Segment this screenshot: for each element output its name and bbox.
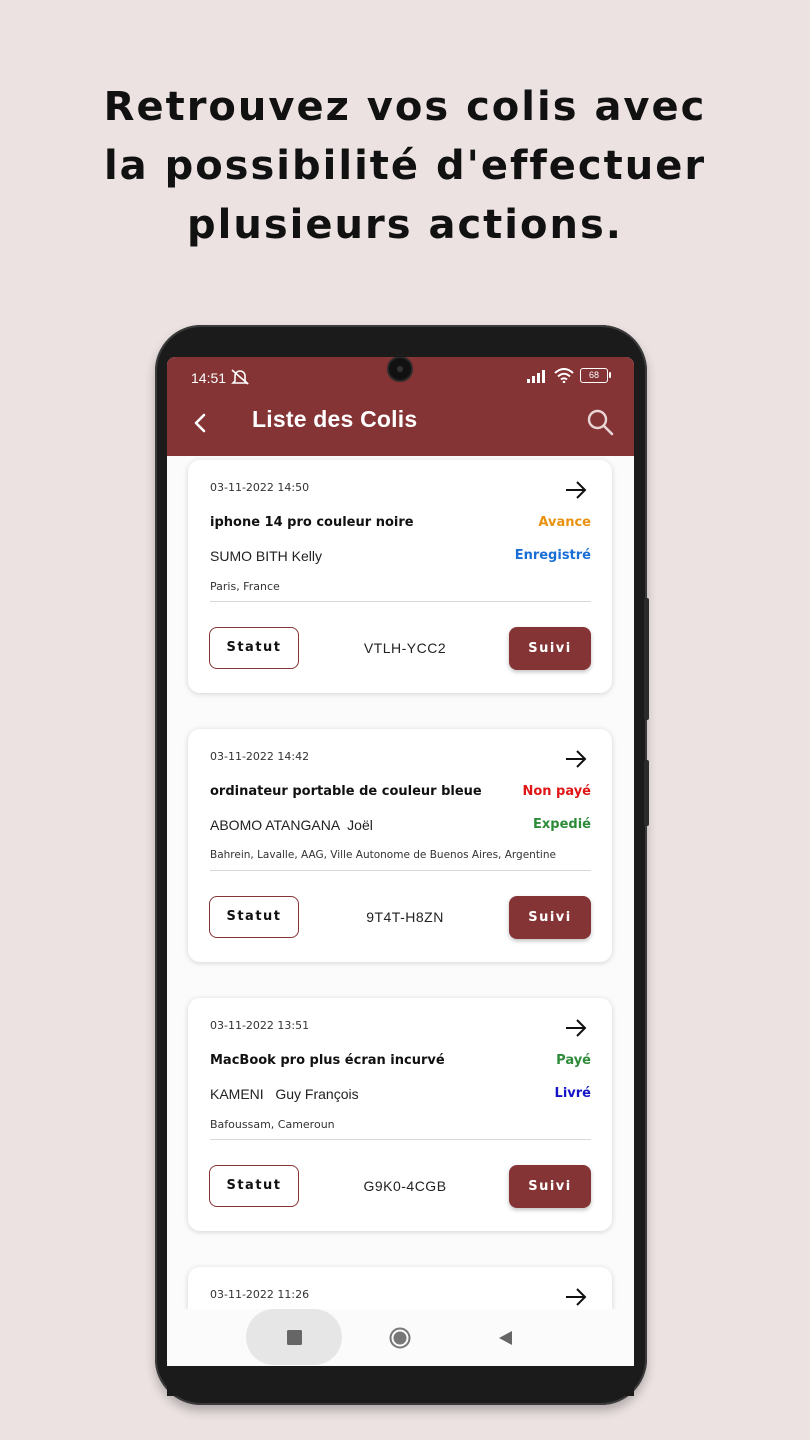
phone-bezel-bottom [167, 1366, 634, 1396]
suivi-button[interactable]: Suivi [509, 896, 591, 939]
home-icon[interactable] [389, 1327, 411, 1349]
system-nav-bar [167, 1309, 634, 1367]
parcel-address: Paris, France [210, 580, 280, 593]
parcel-recipient: ABOMO ATANGANA Joël [210, 817, 373, 833]
statut-button[interactable]: Statut [209, 896, 299, 938]
payment-badge: Payé [556, 1053, 591, 1068]
statut-button[interactable]: Statut [209, 627, 299, 669]
headline-line-3: plusieurs actions. [187, 202, 623, 248]
statut-button[interactable]: Statut [209, 1165, 299, 1207]
suivi-button[interactable]: Suivi [509, 1165, 591, 1208]
parcel-date: 03-11-2022 14:50 [210, 481, 310, 494]
arrow-right-icon[interactable] [564, 1017, 588, 1039]
page-title: Liste des Colis [252, 406, 418, 432]
parcel-product: ordinateur portable de couleur bleue [210, 784, 482, 799]
tracking-code: VTLH-YCC2 [363, 640, 447, 656]
search-icon[interactable] [586, 408, 614, 436]
battery-icon: 68 [580, 368, 611, 383]
status-badge: Livré [554, 1086, 591, 1101]
tracking-code: G9K0-4CGB [363, 1178, 447, 1194]
tracking-code: 9T4T-H8ZN [366, 909, 444, 925]
chevron-left-icon[interactable] [191, 411, 211, 435]
parcel-address: Bafoussam, Cameroun [210, 1118, 335, 1131]
parcel-recipient: SUMO BITH Kelly [210, 548, 323, 564]
parcel-card[interactable]: 03-11-2022 14:42 ordinateur portable de … [188, 729, 612, 962]
divider [210, 870, 591, 871]
payment-badge: Non payé [522, 784, 591, 799]
parcel-card[interactable]: 03-11-2022 13:51 MacBook pro plus écran … [188, 998, 612, 1231]
parcel-address: Bahrein, Lavalle, AAG, Ville Autonome de… [210, 849, 556, 861]
arrow-right-icon[interactable] [564, 748, 588, 770]
back-triangle-icon[interactable] [497, 1330, 513, 1346]
arrow-right-icon[interactable] [564, 1286, 588, 1308]
promo-headline: Retrouvez vos colis avec la possibilité … [0, 78, 810, 255]
headline-line-1: Retrouvez vos colis avec [103, 84, 707, 130]
status-badge: Expedié [533, 817, 591, 832]
status-badge: Enregistré [514, 548, 591, 563]
parcel-product: MacBook pro plus écran incurvé [210, 1053, 445, 1068]
divider [210, 601, 591, 602]
divider [210, 1139, 591, 1140]
parcel-date: 03-11-2022 11:26 [210, 1288, 310, 1301]
parcel-date: 03-11-2022 14:42 [210, 750, 310, 763]
suivi-button[interactable]: Suivi [509, 627, 591, 670]
status-icons: 68 [526, 368, 611, 383]
app-bar: 14:51 68 Liste des Colis [167, 357, 634, 456]
parcel-date: 03-11-2022 13:51 [210, 1019, 310, 1032]
recents-icon[interactable] [287, 1330, 302, 1345]
status-time: 14:51 [191, 370, 227, 386]
parcel-card[interactable]: 03-11-2022 14:50 iphone 14 pro couleur n… [188, 460, 612, 693]
parcel-card[interactable]: 03-11-2022 11:26 [188, 1267, 612, 1309]
signal-icon [527, 369, 545, 383]
phone-screen: 14:51 68 Liste des Colis 03-11-2022 14:5… [167, 357, 634, 1367]
volume-button [644, 598, 649, 720]
headline-line-2: la possibilité d'effectuer [103, 143, 707, 189]
arrow-right-icon[interactable] [564, 479, 588, 501]
payment-badge: Avance [538, 515, 591, 530]
mute-notification-icon [231, 369, 249, 385]
wifi-icon [554, 368, 574, 383]
parcel-recipient: KAMENI Guy François [210, 1086, 359, 1102]
parcel-list[interactable]: 03-11-2022 14:50 iphone 14 pro couleur n… [167, 456, 634, 1309]
parcel-product: iphone 14 pro couleur noire [210, 515, 414, 530]
front-camera [389, 358, 411, 380]
power-button [644, 760, 649, 826]
